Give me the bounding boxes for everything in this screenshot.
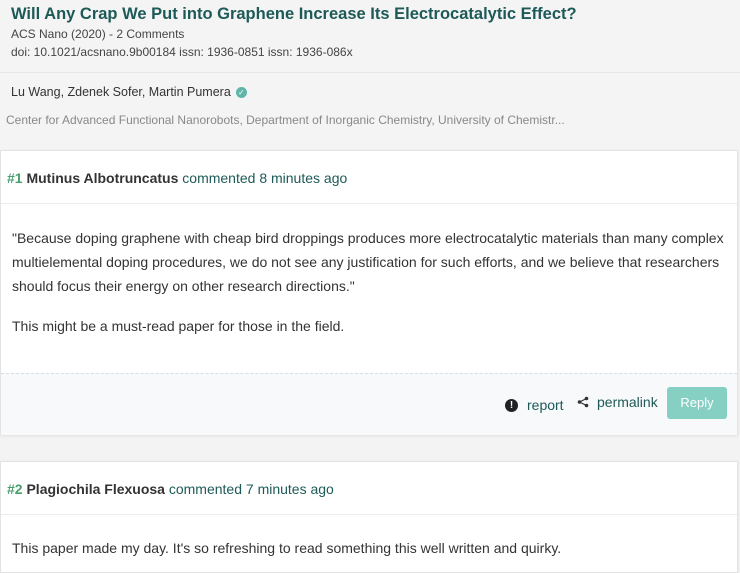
comment-number[interactable]: #2 <box>7 481 23 497</box>
share-icon <box>577 396 589 408</box>
paper-title[interactable]: Will Any Crap We Put into Graphene Incre… <box>11 5 577 24</box>
paper-identifiers: doi: 10.1021/acsnano.9b00184 issn: 1936-… <box>11 45 353 59</box>
permalink-link[interactable]: permalink <box>577 394 658 410</box>
journal-info: ACS Nano (2020) - 2 Comments <box>11 27 185 41</box>
exclamation-circle-icon: ! <box>505 398 518 412</box>
comment-header: #1 Mutinus Albotruncatus commented 8 min… <box>7 170 347 186</box>
header-divider <box>0 72 740 73</box>
affiliation: Center for Advanced Functional Nanorobot… <box>6 113 565 127</box>
permalink-label: permalink <box>597 394 658 410</box>
comment-author[interactable]: Plagiochila Flexuosa <box>26 481 165 497</box>
authors[interactable]: Lu Wang, Zdenek Sofer, Martin Pumera <box>11 85 231 99</box>
comment-actions: ! report permalink Reply <box>1 373 737 435</box>
comment-timestamp[interactable]: commented 8 minutes ago <box>182 170 347 186</box>
report-label: report <box>527 397 564 413</box>
authors-line: Lu Wang, Zdenek Sofer, Martin Pumera ✓ <box>11 85 247 99</box>
comment-text: This might be a must-read paper for thos… <box>12 318 345 334</box>
comment-number[interactable]: #1 <box>7 170 23 186</box>
report-link[interactable]: ! report <box>505 397 564 413</box>
comment-quote: "Because doping graphene with cheap bird… <box>12 230 724 294</box>
comment-header: #2 Plagiochila Flexuosa commented 7 minu… <box>7 481 334 497</box>
comment-card: #2 Plagiochila Flexuosa commented 7 minu… <box>0 461 738 573</box>
reply-button[interactable]: Reply <box>667 387 727 419</box>
comment-timestamp[interactable]: commented 7 minutes ago <box>169 481 334 497</box>
comment-divider <box>1 514 737 515</box>
comment-card: #1 Mutinus Albotruncatus commented 8 min… <box>0 150 738 435</box>
comment-text: This paper made my day. It's so refreshi… <box>12 540 562 556</box>
comment-author[interactable]: Mutinus Albotruncatus <box>26 170 178 186</box>
paper-header: Will Any Crap We Put into Graphene Incre… <box>0 0 740 150</box>
verified-check-icon: ✓ <box>235 86 247 98</box>
comment-divider <box>1 203 737 204</box>
